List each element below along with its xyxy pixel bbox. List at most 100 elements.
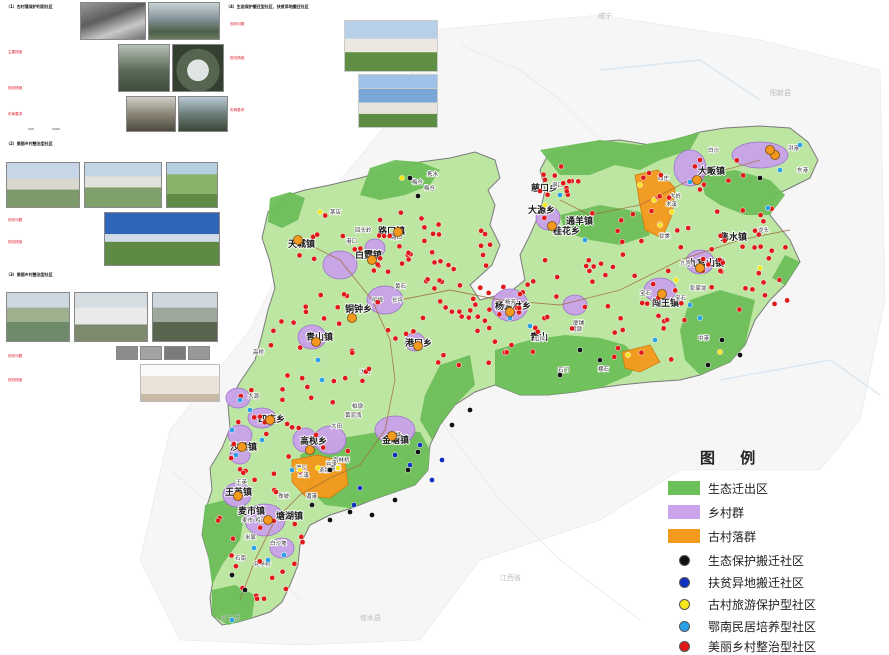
beautiful-village-community-marker: [455, 362, 462, 368]
beautiful-village-community-marker: [782, 244, 789, 251]
beautiful-village-community-marker: [638, 238, 645, 244]
poverty-relocation-community-marker: [417, 442, 423, 448]
beautiful-village-community-marker: [658, 172, 664, 178]
legend-label: 古村落群: [708, 529, 757, 544]
place-label: 宝石: [640, 289, 652, 297]
beautiful-village-community-marker: [563, 188, 570, 195]
beautiful-village-community-marker: [486, 306, 493, 313]
beautiful-village-community-marker: [766, 255, 772, 262]
place-label: 木溪: [666, 200, 678, 208]
beautiful-village-community-marker: [569, 325, 575, 332]
beautiful-village-community-marker: [542, 257, 548, 264]
beautiful-village-community-marker: [553, 293, 560, 300]
beautiful-village-community-marker: [575, 178, 582, 185]
town-seat-marker: [387, 431, 397, 441]
beautiful-village-community-marker: [544, 314, 551, 320]
beautiful-village-community-marker: [733, 157, 740, 164]
beautiful-village-community-marker: [263, 431, 270, 437]
legend-dot: [678, 576, 690, 588]
ancient-village-tourism-community-marker: [625, 352, 631, 358]
enan-dwelling-community-marker: [229, 617, 235, 623]
beautiful-village-community-marker: [692, 163, 698, 170]
town-seat-marker: [305, 445, 315, 455]
eco-relocation-community-marker: [557, 372, 563, 378]
beautiful-village-community-marker: [617, 315, 624, 322]
beautiful-village-community-marker: [449, 308, 455, 315]
beautiful-village-community-marker: [674, 227, 681, 234]
beautiful-village-community-marker: [240, 469, 247, 476]
beautiful-village-community-marker: [530, 278, 537, 285]
beautiful-village-community-marker: [251, 476, 258, 483]
village-photo: [80, 2, 146, 40]
beautiful-village-community-marker: [757, 243, 764, 250]
map-legend: 图 例 生态迁出区 乡村群 古村落群 生态保护搬迁社区 扶贫异地搬迁社区 古村旅游保护型社…: [660, 447, 880, 654]
beautiful-village-community-marker: [666, 194, 672, 201]
village-photo: [188, 346, 210, 360]
beautiful-village-community-marker: [500, 284, 507, 290]
beautiful-village-community-marker: [467, 307, 474, 314]
beautiful-village-community-marker: [313, 432, 319, 438]
eco-relocation-community-marker: [597, 357, 603, 363]
beautiful-village-community-marker: [235, 419, 242, 425]
beautiful-village-community-marker: [516, 305, 523, 311]
ancient-village-tourism-community-marker: [315, 465, 321, 471]
beautiful-village-community-marker: [719, 259, 726, 266]
place-label: 九宫: [680, 259, 692, 267]
beautiful-village-community-marker: [537, 188, 543, 194]
beautiful-village-community-marker: [560, 180, 567, 187]
village-photo: [126, 96, 176, 132]
town-label: 麦市镇: [238, 505, 265, 517]
beautiful-village-community-marker: [644, 300, 651, 307]
beautiful-village-community-marker: [668, 356, 675, 363]
neighbor-region-label: 修水县: [360, 613, 381, 622]
beautiful-village-community-marker: [558, 163, 565, 170]
enan-dwelling-community-marker: [687, 302, 693, 308]
beautiful-village-community-marker: [437, 298, 444, 305]
beautiful-village-community-marker: [583, 263, 590, 269]
description-panel: （1）古村落保护利用社区 主要措施 规划措施 布局要求 500 5000 （2）…: [0, 0, 438, 410]
beautiful-village-community-marker: [660, 325, 667, 332]
section-1-subtitle: 布局要求: [8, 112, 23, 116]
ancient-village-tourism-community-marker: [542, 202, 548, 208]
beautiful-village-community-marker: [605, 303, 611, 310]
place-label: 米家: [245, 533, 257, 541]
town-seat-marker: [265, 415, 275, 425]
beautiful-village-community-marker: [760, 279, 767, 286]
beautiful-village-community-marker: [298, 534, 305, 540]
beautiful-village-community-marker: [554, 274, 561, 280]
beautiful-village-community-marker: [771, 301, 778, 307]
rendering-image: [358, 88, 438, 128]
beautiful-village-community-marker: [344, 448, 351, 454]
eco-relocation-community-marker: [719, 337, 725, 343]
beautiful-village-community-marker: [685, 225, 692, 231]
scale-value: 5000: [52, 127, 60, 131]
beautiful-village-community-marker: [619, 327, 626, 333]
legend-item: 美丽乡村整治型社区: [668, 637, 816, 655]
village-photo: [6, 292, 70, 342]
village-photo: [164, 346, 186, 360]
beautiful-village-community-marker: [279, 568, 286, 575]
beautiful-village-community-marker: [261, 595, 267, 602]
legend-item: 鄂南民居培养型社区: [668, 617, 816, 635]
place-label: 黄泥湾: [345, 411, 362, 419]
beautiful-village-community-marker: [233, 563, 239, 570]
legend-swatch: [668, 529, 700, 543]
town-label: 通羊镇: [566, 215, 593, 227]
beautiful-village-community-marker: [697, 186, 703, 193]
place-label: 彭家垅: [690, 284, 707, 292]
ancient-village-tourism-community-marker: [335, 465, 341, 471]
enan-dwelling-community-marker: [281, 552, 287, 558]
house-elevation-drawing: [140, 364, 220, 402]
beautiful-village-community-marker: [582, 304, 588, 310]
beautiful-village-community-marker: [482, 317, 488, 324]
poverty-relocation-community-marker: [357, 485, 363, 491]
beautiful-village-community-marker: [269, 574, 276, 581]
neighbor-region-label: 咸宁: [598, 11, 612, 20]
beautiful-village-community-marker: [517, 291, 523, 297]
beautiful-village-community-marker: [598, 260, 604, 267]
section-1-subtitle: 规划措施: [8, 86, 23, 90]
beautiful-village-community-marker: [542, 176, 548, 183]
section-2-subtitle: 现状问题: [8, 218, 23, 222]
beautiful-village-community-marker: [483, 262, 489, 269]
section-2-subtitle: 规划措施: [8, 240, 23, 244]
